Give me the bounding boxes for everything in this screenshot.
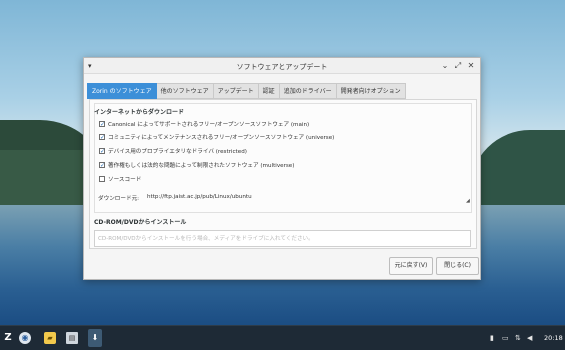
software-updater-icon[interactable]: ⬇ — [88, 329, 102, 347]
tab-developer-options[interactable]: 開発者向けオプション — [336, 83, 406, 99]
tab-zorin-software[interactable]: Zorin のソフトウェア — [87, 83, 157, 99]
download-from-label: ダウンロード元: — [98, 196, 140, 202]
internet-section-heading: インターネットからダウンロード — [94, 109, 185, 116]
keyboard-icon[interactable]: ▭ — [502, 334, 509, 342]
checkbox-universe[interactable]: ✓ — [99, 133, 105, 140]
cdrom-section-heading: CD-ROM/DVDからインストール — [94, 219, 187, 226]
network-icon[interactable]: ⇅ — [515, 334, 521, 342]
battery-icon[interactable]: ▮ — [490, 334, 494, 342]
option-universe[interactable]: ✓ コミュニティによってメンテナンスされるフリー/オープンソースソフトウェア (… — [99, 132, 334, 141]
terminal-icon[interactable]: ▤ — [66, 332, 78, 344]
browser-icon[interactable]: ◉ — [19, 332, 31, 344]
cdrom-media-field[interactable] — [94, 230, 471, 247]
option-main-label: Canonical によってサポートされるフリー/オープンソースソフトウェア (… — [108, 121, 310, 128]
tab-authentication[interactable]: 認証 — [258, 83, 280, 99]
option-universe-label: コミュニティによってメンテナンスされるフリー/オープンソースソフトウェア (un… — [108, 134, 335, 141]
window-title: ソフトウェアとアップデート — [236, 63, 328, 71]
dropdown-resize-icon: ◢ — [466, 198, 470, 204]
checkbox-main[interactable]: ✓ — [99, 120, 105, 127]
close-icon[interactable]: ✕ — [466, 61, 476, 71]
option-multiverse-label: 著作権もしくは法的な問題によって制限されたソフトウェア (multiverse) — [108, 162, 295, 169]
volume-icon[interactable]: ◀ — [527, 334, 532, 342]
option-main[interactable]: ✓ Canonical によってサポートされるフリー/オープンソースソフトウェア… — [99, 119, 309, 128]
window-titlebar[interactable]: ▾ ソフトウェアとアップデート ⌄ ⤢ ✕ — [84, 58, 480, 74]
tab-additional-drivers[interactable]: 追加のドライバー — [279, 83, 337, 99]
download-server-dropdown[interactable]: http://ftp.jaist.ac.jp/pub/Linux/ubuntu — [147, 194, 252, 200]
files-icon[interactable]: ▰ — [44, 332, 56, 344]
maximize-icon[interactable]: ⤢ — [453, 61, 463, 71]
taskbar: Z ◉ ▰ ▤ ⬇ ▮ ▭ ⇅ ◀ 20:18 — [0, 325, 565, 350]
minimize-icon[interactable]: ⌄ — [440, 61, 450, 71]
checkbox-multiverse[interactable]: ✓ — [99, 161, 105, 168]
zorin-menu-icon[interactable]: Z — [2, 332, 14, 344]
option-source-code[interactable]: ソースコード — [99, 174, 141, 183]
option-restricted-label: デバイス用のプロプライエタリなドライバ (restricted) — [108, 148, 247, 155]
tab-other-software[interactable]: 他のソフトウェア — [156, 83, 214, 99]
checkbox-source-code[interactable] — [99, 175, 105, 182]
wallpaper-right-hill — [470, 130, 565, 215]
checkbox-restricted[interactable]: ✓ — [99, 147, 105, 154]
option-restricted[interactable]: ✓ デバイス用のプロプライエタリなドライバ (restricted) — [99, 146, 247, 155]
option-source-code-label: ソースコード — [108, 176, 142, 183]
tab-bar: Zorin のソフトウェア 他のソフトウェア アップデート 認証 追加のドライバ… — [87, 83, 406, 99]
option-multiverse[interactable]: ✓ 著作権もしくは法的な問題によって制限されたソフトウェア (multivers… — [99, 160, 294, 169]
clock[interactable]: 20:18 — [544, 334, 563, 342]
tab-updates[interactable]: アップデート — [213, 83, 259, 99]
close-button[interactable]: 閉じる(C) — [436, 257, 479, 275]
revert-button[interactable]: 元に戻す(V) — [389, 257, 433, 275]
